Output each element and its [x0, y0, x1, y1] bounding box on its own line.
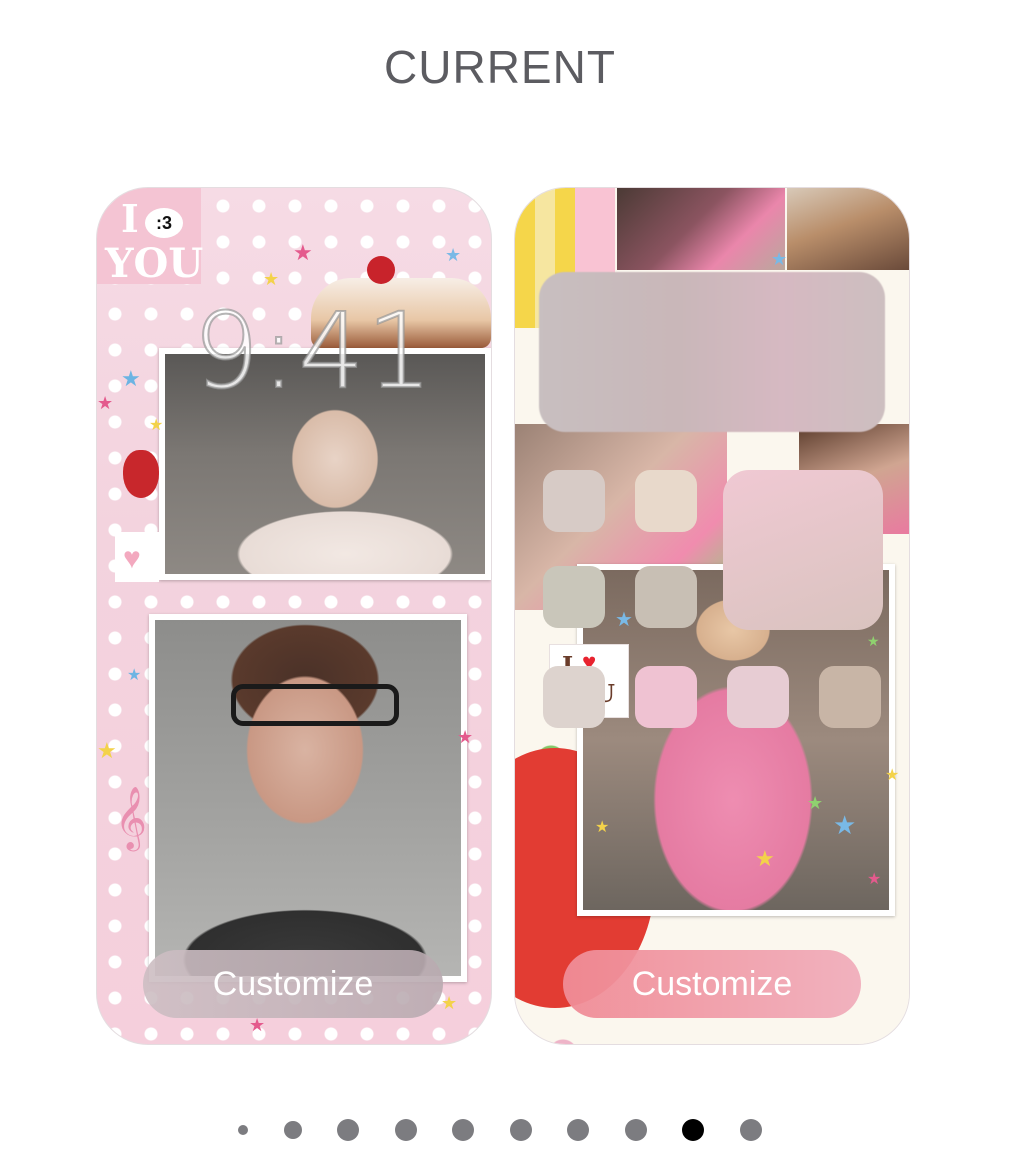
page-dot[interactable] — [567, 1119, 590, 1141]
glasses-detail — [231, 684, 399, 726]
blurred-widget[interactable] — [539, 272, 885, 432]
star-decoration: ★ — [97, 393, 114, 413]
lock-screen-preview[interactable]: I YOU :3 ♥ 𝄞 ★ ★ ★ ★ ★ ★ ★ ★ ★ ★ ★ 9:41 … — [96, 187, 492, 1045]
collage-photo — [787, 188, 909, 270]
strawberry-sticker — [123, 450, 159, 498]
page-dot[interactable] — [624, 1119, 647, 1141]
heart-sticker: ♥ — [115, 532, 159, 582]
page-dot[interactable] — [337, 1119, 360, 1141]
notification-badge: :3 — [145, 208, 183, 238]
star-decoration: ★ — [149, 417, 164, 434]
page-dot-active[interactable] — [682, 1119, 705, 1141]
blurred-widget-small[interactable] — [723, 470, 883, 630]
home-screen-preview[interactable]: I ♥ U ★ ★ ★ ★ ★ ★ ★ ★ ★ Customize — [514, 187, 910, 1045]
app-icon[interactable] — [819, 666, 881, 728]
star-decoration: ★ — [867, 871, 882, 888]
sticker-i-text: I — [121, 196, 139, 241]
star-decoration: ★ — [445, 245, 462, 265]
star-decoration: ★ — [615, 609, 633, 631]
page-dot[interactable] — [394, 1119, 417, 1141]
star-decoration: ★ — [263, 269, 280, 289]
app-icon[interactable] — [543, 566, 605, 628]
star-decoration: ★ — [885, 767, 900, 784]
star-decoration: ★ — [249, 1015, 266, 1035]
music-note-sticker: 𝄞 — [115, 786, 147, 849]
star-decoration: ★ — [807, 793, 824, 813]
page-dot[interactable] — [452, 1119, 475, 1141]
star-decoration: ★ — [867, 633, 880, 649]
sticker-you-text: YOU — [105, 240, 204, 287]
lock-screen-clock: 9:41 — [192, 289, 435, 413]
star-decoration: ★ — [121, 366, 141, 391]
app-icon[interactable] — [635, 666, 697, 728]
app-icon[interactable] — [635, 566, 697, 628]
cherry-sticker — [367, 256, 395, 284]
star-decoration: ★ — [595, 819, 610, 836]
customize-lock-screen-button[interactable]: Customize — [143, 950, 443, 1018]
page-dot[interactable] — [739, 1119, 762, 1141]
star-decoration: ★ — [833, 810, 857, 840]
app-icon[interactable] — [543, 666, 605, 728]
app-icon[interactable] — [543, 470, 605, 532]
page-title: CURRENT — [384, 41, 616, 93]
customize-home-screen-button[interactable]: Customize — [563, 950, 861, 1018]
app-icon[interactable] — [727, 666, 789, 728]
star-decoration: ★ — [457, 727, 474, 747]
star-decoration: ★ — [771, 249, 788, 269]
star-decoration: ★ — [441, 993, 458, 1013]
page-indicator[interactable] — [0, 1119, 1000, 1141]
star-decoration: ★ — [97, 738, 117, 763]
app-icon[interactable] — [635, 470, 697, 532]
selfie-photo — [149, 614, 467, 982]
page-dot[interactable] — [283, 1121, 302, 1139]
page-dot[interactable] — [509, 1119, 532, 1141]
star-decoration: ★ — [293, 240, 313, 265]
i-love-you-sticker: I YOU — [97, 188, 204, 287]
page-dot[interactable] — [238, 1125, 249, 1135]
collage-photo — [617, 188, 785, 270]
star-decoration: ★ — [755, 846, 775, 871]
star-decoration: ★ — [127, 667, 142, 684]
